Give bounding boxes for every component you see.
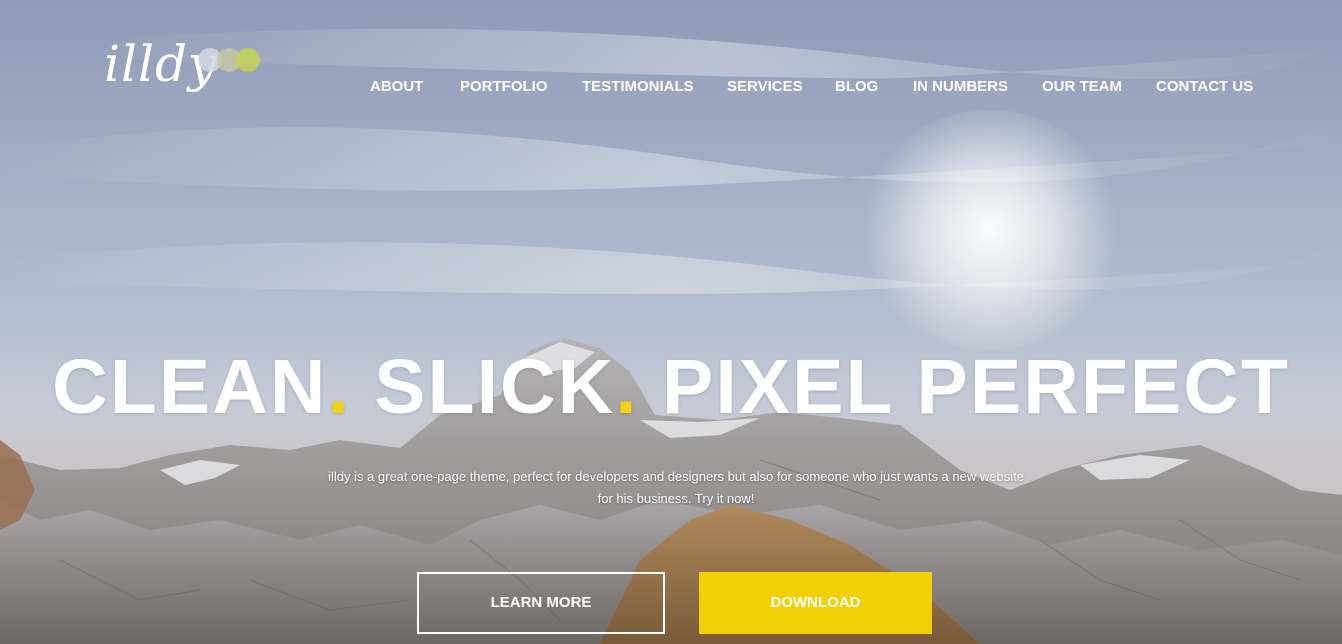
tagline-line-2: for his business. Try it now! <box>597 491 755 506</box>
nav-item-our-team[interactable]: OUR TEAM <box>1042 76 1122 98</box>
site-logo[interactable]: illdy <box>104 34 264 118</box>
headline-word-slick: SLICK <box>374 344 616 430</box>
hero-tagline: illdy is a great one-page theme, perfect… <box>296 466 1056 510</box>
nav-item-services[interactable]: SERVICES <box>727 76 803 98</box>
nav-item-blog[interactable]: BLOG <box>835 76 878 98</box>
headline-word-pixel-perfect: PIXEL PERFECT <box>661 344 1290 430</box>
headline-dot-1: . <box>327 344 351 430</box>
main-navigation: ABOUT PORTFOLIO TESTIMONIALS SERVICES BL… <box>370 76 1253 98</box>
logo-dots-icon <box>198 48 260 72</box>
sun-glow <box>860 110 1120 350</box>
nav-item-testimonials[interactable]: TESTIMONIALS <box>582 76 694 98</box>
logo-dot-3 <box>236 48 260 72</box>
headline-word-clean: CLEAN <box>52 344 328 430</box>
learn-more-button[interactable]: LEARN MORE <box>417 572 665 634</box>
nav-item-about[interactable]: ABOUT <box>370 76 423 98</box>
nav-item-contact-us[interactable]: CONTACT US <box>1156 76 1253 98</box>
nav-item-portfolio[interactable]: PORTFOLIO <box>460 76 548 98</box>
hero-headline: CLEAN. SLICK. PIXEL PERFECT <box>0 345 1342 429</box>
download-button[interactable]: DOWNLOAD <box>699 572 932 634</box>
hero-section: illdy ABOUT PORTFOLIO TESTIMONIALS SERVI… <box>0 0 1342 644</box>
tagline-line-1: illdy is a great one-page theme, perfect… <box>328 469 1024 484</box>
headline-dot-2: . <box>615 344 639 430</box>
nav-item-in-numbers[interactable]: IN NUMBERS <box>913 76 1008 98</box>
